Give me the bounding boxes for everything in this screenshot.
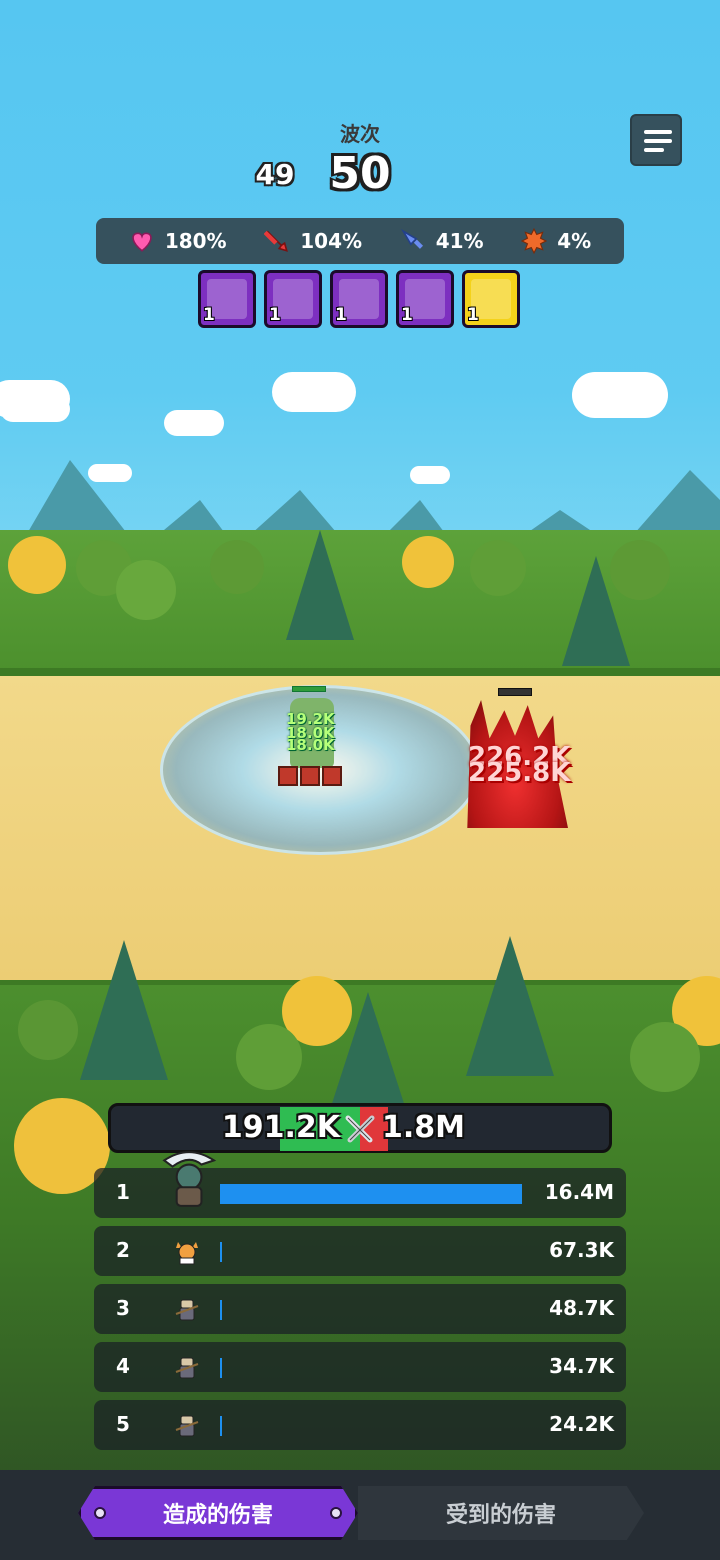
- stat-crit: 4%: [521, 228, 591, 254]
- damage-row[interactable]: 1 16.4M: [94, 1151, 626, 1218]
- stats-bar: 180% 104% 41% 4%: [96, 218, 624, 264]
- fox-hero-avatar: [176, 1242, 198, 1265]
- buff-icon: [300, 766, 320, 786]
- skill-slot[interactable]: 1: [462, 270, 520, 328]
- row-rank: 2: [116, 1238, 130, 1262]
- skill-level: 1: [269, 305, 281, 325]
- damage-bar-fill: [220, 1242, 222, 1262]
- enemy-damage-text: 225.8K: [468, 758, 571, 788]
- stat-speed-value: 41%: [435, 229, 484, 253]
- stat-attack: 104%: [264, 228, 362, 254]
- tab-damage-taken[interactable]: 受到的伤害: [358, 1486, 644, 1540]
- tree: [18, 1000, 78, 1060]
- damage-row[interactable]: 3 48.7K: [94, 1284, 626, 1334]
- skill-level: 1: [203, 305, 215, 325]
- soldier-avatar: [175, 1299, 199, 1321]
- skill-slot[interactable]: 1: [330, 270, 388, 328]
- damage-bar-track: [220, 1242, 522, 1262]
- row-rank: 5: [116, 1412, 130, 1436]
- tree: [116, 560, 176, 620]
- row-damage-value: 24.2K: [549, 1412, 614, 1436]
- buff-icon: [278, 766, 298, 786]
- skill-slot[interactable]: 1: [264, 270, 322, 328]
- stat-crit-value: 4%: [557, 229, 592, 253]
- tab-damage-taken-label: 受到的伤害: [445, 1503, 556, 1528]
- skill-slot[interactable]: 1: [396, 270, 454, 328]
- row-rank: 3: [116, 1296, 130, 1320]
- tab-damage-dealt[interactable]: 造成的伤害: [78, 1486, 358, 1540]
- damage-bar-fill: [220, 1184, 522, 1204]
- stat-hp: 180%: [129, 228, 227, 254]
- row-damage-value: 34.7K: [549, 1354, 614, 1378]
- tree: [236, 1024, 302, 1090]
- skill-level: 1: [335, 305, 347, 325]
- tree: [402, 536, 454, 588]
- damage-row[interactable]: 4 34.7K: [94, 1342, 626, 1392]
- tree: [8, 536, 66, 594]
- sword-icon: [264, 230, 289, 252]
- tab-damage-dealt-label: 造成的伤害: [162, 1503, 273, 1528]
- row-rank: 1: [116, 1180, 130, 1204]
- buff-icon: [322, 766, 342, 786]
- pine-tree: [286, 530, 354, 640]
- scythe-hero-avatar: [162, 1151, 217, 1207]
- damage-bar-track: [220, 1184, 522, 1204]
- row-rank: 4: [116, 1354, 130, 1378]
- tree: [470, 540, 526, 596]
- hero-damage-text: 18.0K: [286, 736, 335, 754]
- row-damage-value: 48.7K: [549, 1296, 614, 1320]
- tab-dot-right: [330, 1507, 342, 1519]
- skill-level: 1: [401, 305, 413, 325]
- skill-level: 1: [467, 305, 479, 325]
- menu-icon: [644, 139, 672, 143]
- row-damage-value: 67.3K: [549, 1238, 614, 1262]
- pine-tree: [562, 556, 630, 666]
- heart-icon: [132, 232, 152, 252]
- wave-label: 波次: [340, 122, 380, 146]
- tab-dot-left: [94, 1507, 106, 1519]
- skill-slot[interactable]: 1: [198, 270, 256, 328]
- wave-current: 50: [329, 148, 391, 199]
- stat-attack-value: 104%: [300, 229, 363, 253]
- damage-dealt-total: 191.2K: [221, 1110, 340, 1145]
- menu-icon: [644, 130, 672, 134]
- damage-row[interactable]: 5 24.2K: [94, 1400, 626, 1450]
- soldier-avatar: [175, 1415, 199, 1437]
- crit-gear-icon: [521, 228, 548, 254]
- hero-health-bar: [292, 686, 326, 692]
- damage-bar-track: [220, 1358, 522, 1378]
- damage-taken-total: 1.8M: [382, 1110, 465, 1145]
- crossed-swords-icon: [345, 1115, 375, 1143]
- damage-bar-track: [220, 1416, 522, 1436]
- row-damage-value: 16.4M: [544, 1180, 614, 1204]
- wave-previous: 49: [255, 158, 295, 191]
- cloud: [272, 372, 356, 412]
- menu-icon: [644, 148, 664, 152]
- damage-bar-fill: [220, 1300, 222, 1320]
- dagger-icon: [400, 228, 423, 249]
- enemy-health-bar: [498, 688, 532, 696]
- cloud: [164, 410, 224, 436]
- menu-button[interactable]: [630, 114, 682, 166]
- damage-bar-fill: [220, 1358, 222, 1378]
- damage-row[interactable]: 2 67.3K: [94, 1226, 626, 1276]
- tree: [210, 540, 264, 594]
- pine-tree: [466, 936, 554, 1076]
- damage-bar-fill: [220, 1416, 222, 1436]
- stat-speed: 41%: [400, 228, 484, 254]
- soldier-avatar: [175, 1357, 199, 1379]
- stat-hp-value: 180%: [164, 229, 227, 253]
- cloud: [572, 372, 668, 418]
- damage-bar-track: [220, 1300, 522, 1320]
- tree: [630, 1022, 700, 1092]
- skill-bar: 1 1 1 1 1: [198, 270, 520, 328]
- pine-tree: [80, 940, 168, 1080]
- cloud: [0, 396, 70, 422]
